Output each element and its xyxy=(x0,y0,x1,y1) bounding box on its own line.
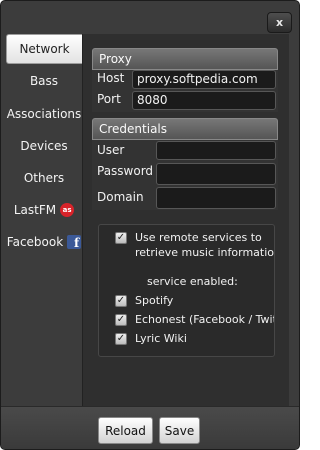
lyricwiki-label: Lyric Wiki xyxy=(135,332,187,345)
host-input[interactable]: proxy.softpedia.com xyxy=(132,70,276,89)
sidebar-item-network[interactable]: Network xyxy=(6,34,82,64)
close-label: x xyxy=(275,16,284,29)
password-input[interactable] xyxy=(156,163,276,185)
sidebar-item-label: Others xyxy=(23,171,65,185)
sidebar-item-label: Facebook xyxy=(6,235,64,249)
facebook-icon: f xyxy=(67,235,82,250)
reload-label: Reload xyxy=(105,423,146,438)
spotify-checkbox[interactable]: ✓ xyxy=(115,295,127,307)
sidebar-item-label: Associations xyxy=(6,107,82,121)
bottom-bar: Reload Save xyxy=(1,406,299,449)
sidebar-item-label: Bass xyxy=(29,74,59,88)
remote-services-box: ✓ Use remote services to retrieve music … xyxy=(98,224,275,357)
proxy-title: Proxy xyxy=(99,52,132,66)
save-label: Save xyxy=(164,423,195,438)
host-label: Host xyxy=(97,71,125,85)
save-button[interactable]: Save xyxy=(159,417,200,444)
use-remote-checkbox[interactable]: ✓ xyxy=(115,232,127,244)
sidebar-item-label: Network xyxy=(19,42,70,56)
sidebar-item-others[interactable]: Others xyxy=(6,163,82,193)
lyricwiki-checkbox[interactable]: ✓ xyxy=(115,333,127,345)
echonest-label: Echonest (Facebook / Twitter xyxy=(135,313,274,326)
user-input[interactable] xyxy=(156,141,276,160)
credentials-group-header: Credentials xyxy=(92,118,278,140)
spotify-label: Spotify xyxy=(135,294,174,307)
sidebar: Network Bass Associations Devices Others… xyxy=(6,34,82,406)
settings-window: x Network Bass Associations Devices Othe… xyxy=(0,0,300,450)
sidebar-item-associations[interactable]: Associations xyxy=(6,99,82,129)
lastfm-icon: as xyxy=(60,203,75,217)
use-remote-label-line1: Use remote services to xyxy=(135,231,262,244)
port-label: Port xyxy=(97,92,121,106)
reload-button[interactable]: Reload xyxy=(98,417,153,444)
facebook-icon-text: f xyxy=(74,236,80,250)
sidebar-item-label: LastFM xyxy=(13,203,57,217)
sidebar-item-devices[interactable]: Devices xyxy=(6,131,82,161)
domain-input[interactable] xyxy=(156,187,276,209)
use-remote-label-line2: retrieve music information xyxy=(135,246,275,259)
credentials-title: Credentials xyxy=(99,122,168,136)
user-label: User xyxy=(97,143,125,157)
sidebar-item-lastfm[interactable]: LastFM as xyxy=(6,195,82,225)
sidebar-item-label: Devices xyxy=(20,139,68,153)
echonest-checkbox[interactable]: ✓ xyxy=(115,314,127,326)
domain-label: Domain xyxy=(97,190,144,204)
service-enabled-label: service enabled: xyxy=(147,275,238,288)
close-button[interactable]: x xyxy=(267,12,292,33)
sidebar-item-facebook[interactable]: Facebook f xyxy=(6,227,82,257)
lastfm-icon-text: as xyxy=(62,206,72,214)
port-input[interactable]: 8080 xyxy=(132,91,276,110)
password-label: Password xyxy=(97,164,154,178)
proxy-group-header: Proxy xyxy=(92,48,278,70)
sidebar-item-bass[interactable]: Bass xyxy=(6,66,82,96)
